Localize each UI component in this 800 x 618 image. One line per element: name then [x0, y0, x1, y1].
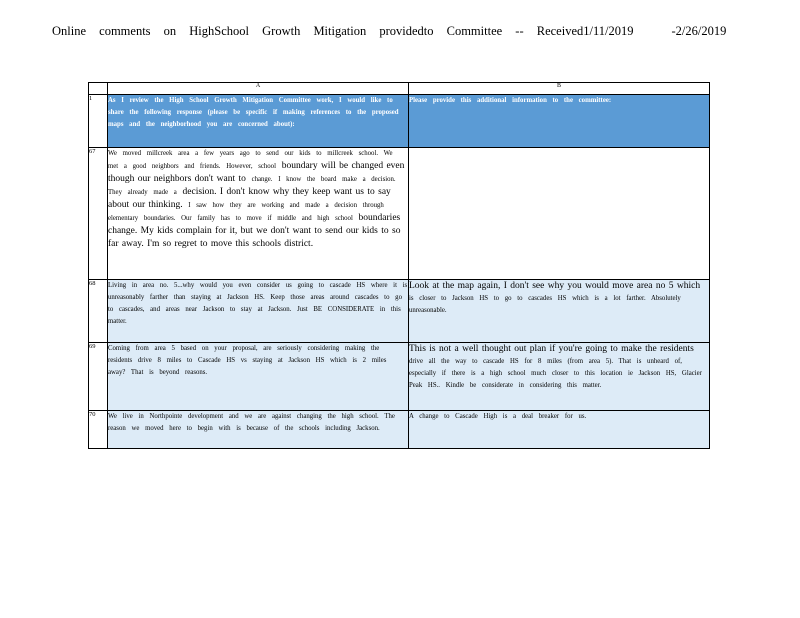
comment-cell-a: We moved millcreek area a few years ago … [107, 147, 409, 280]
comment-cell-a: Coming from area 5 based on your proposa… [107, 342, 409, 411]
comment-text: drive all the way to cascade HS for 8 mi… [409, 358, 702, 389]
comment-cell-b: A change to Cascade High is a deal break… [408, 410, 710, 449]
comment-cell-a: Living in area no. 5...why would you eve… [107, 279, 409, 343]
row-number: 69 [88, 342, 108, 411]
comments-sheet: A B 1 As I review the High School Growth… [88, 82, 710, 449]
row-number: 68 [88, 279, 108, 343]
comment-cell-b: This is not a well thought out plan if y… [408, 342, 710, 411]
table-row: 67 We moved millcreek area a few years a… [88, 147, 710, 280]
header-cell-b: Please provide this additional informati… [408, 94, 710, 148]
row-number: 67 [88, 147, 108, 280]
table-row: 68 Living in area no. 5...why would you … [88, 279, 710, 343]
comment-text: This is not a well thought out plan if y… [409, 344, 694, 354]
column-header-a: A [107, 82, 409, 95]
comment-text: is closer to Jackson HS to go to cascade… [409, 295, 681, 314]
comment-cell-b [408, 147, 710, 280]
column-header-row: A B [88, 82, 710, 95]
table-row: 70 We live in Northpointe development an… [88, 410, 710, 449]
row-number: 1 [88, 94, 108, 148]
row-number: 70 [88, 410, 108, 449]
corner-cell [88, 82, 108, 95]
comment-cell-b: Look at the map again, I don't see why y… [408, 279, 710, 343]
column-header-b: B [408, 82, 710, 95]
table-row: 69 Coming from area 5 based on your prop… [88, 342, 710, 411]
comment-cell-a: We live in Northpointe development and w… [107, 410, 409, 449]
header-cell-a: As I review the High School Growth Mitig… [107, 94, 409, 148]
title-date-range-end: -2/26/2019 [671, 24, 727, 38]
header-row: 1 As I review the High School Growth Mit… [88, 94, 710, 148]
page-title: Online comments on HighSchool Growth Mit… [52, 24, 726, 39]
title-main: Online comments on HighSchool Growth Mit… [52, 24, 634, 38]
comment-text: Look at the map again, I don't see why y… [409, 281, 701, 291]
